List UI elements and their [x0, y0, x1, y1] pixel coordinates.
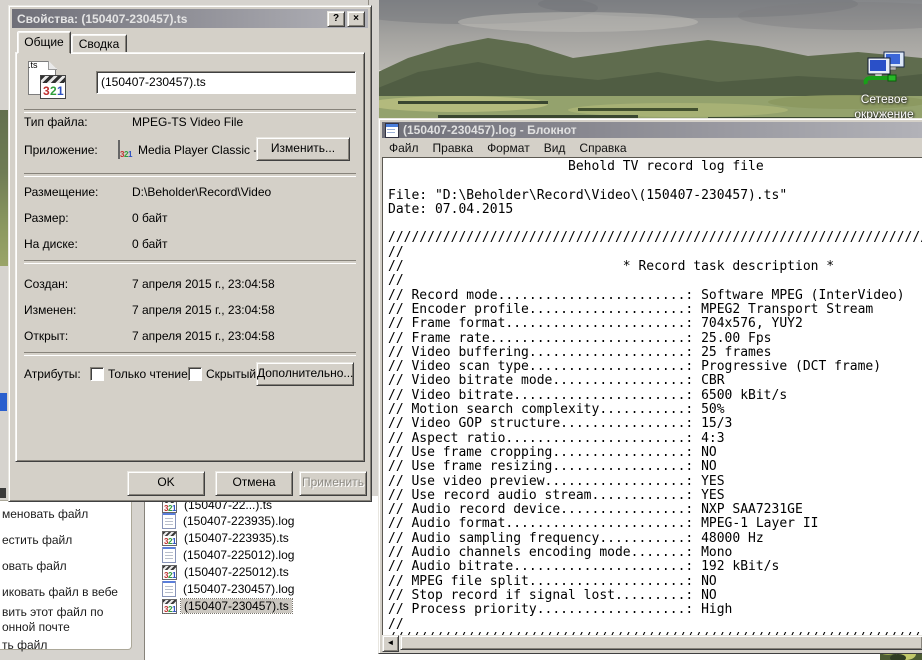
separator — [24, 109, 356, 113]
log-file-icon — [162, 581, 176, 597]
ts-file-icon: 321 — [162, 599, 177, 614]
menu-format[interactable]: Формат — [480, 141, 537, 155]
general-tab-panel: .ts 3 2 1 (150407-230457).ts Тип файла: … — [15, 52, 365, 462]
network-places-desktop-icon[interactable]: Сетевое окружение — [852, 50, 916, 128]
scrollbar-thumb[interactable] — [400, 635, 922, 650]
type-label: Тип файла: — [24, 115, 88, 129]
scroll-left-icon[interactable]: ◄ — [382, 635, 399, 652]
opened-value: 7 апреля 2015 г., 23:04:58 — [132, 329, 275, 343]
created-label: Создан: — [24, 277, 68, 291]
app-label: Приложение: — [24, 143, 98, 157]
ts-file-big-icon: .ts 3 2 1 — [26, 59, 70, 103]
help-button[interactable]: ? — [327, 11, 345, 27]
disk-value: 0 байт — [132, 237, 167, 251]
hidden-label: Скрытый — [206, 367, 256, 381]
separator — [24, 352, 356, 356]
task-link-email-line2[interactable]: онной почте — [2, 620, 70, 634]
opened-label: Открыт: — [24, 329, 68, 343]
menu-edit[interactable]: Правка — [426, 141, 481, 155]
ts-file-icon: 321 — [162, 531, 177, 546]
explorer-task-pane: меновать файл естить файл овать файл ико… — [0, 500, 132, 650]
notepad-text: Behold TV record log file File: "D:\Beho… — [383, 158, 922, 635]
location-value: D:\Beholder\Record\Video — [132, 185, 271, 199]
attributes-label: Атрибуты: — [24, 367, 81, 381]
modified-value: 7 апреля 2015 г., 23:04:58 — [132, 303, 275, 317]
file-row[interactable]: (150407-230457).log — [162, 581, 297, 597]
readonly-label: Только чтение — [108, 367, 188, 381]
log-file-icon — [162, 513, 176, 529]
disk-label: На диске: — [24, 237, 78, 251]
task-link-move[interactable]: естить файл — [2, 533, 72, 547]
ok-button[interactable]: OK — [127, 471, 205, 496]
menu-help[interactable]: Справка — [572, 141, 633, 155]
text-fragment — [0, 488, 6, 498]
notepad-app-icon — [385, 123, 399, 138]
notepad-titlebar[interactable]: (150407-230457).log - Блокнот — [382, 122, 922, 138]
wallpaper-left-fragment — [0, 110, 8, 266]
advanced-button[interactable]: Дополнительно... — [256, 362, 354, 386]
type-value: MPEG-TS Video File — [132, 115, 243, 129]
close-icon[interactable]: × — [347, 11, 365, 27]
notepad-text-area[interactable]: Behold TV record log file File: "D:\Beho… — [382, 157, 922, 635]
task-link-copy[interactable]: овать файл — [2, 559, 67, 573]
readonly-checkbox[interactable] — [90, 367, 104, 381]
file-row[interactable]: (150407-223935).log — [162, 513, 297, 529]
file-row[interactable]: 321 (150407-223935).ts — [162, 530, 292, 546]
selected-item-fragment — [0, 393, 7, 411]
desktop-root: { "desktop": { "network_icon_label_line1… — [0, 0, 922, 660]
file-row[interactable]: (150407-225012).log — [162, 547, 297, 563]
size-label: Размер: — [24, 211, 69, 225]
location-label: Размещение: — [24, 185, 98, 199]
cancel-button[interactable]: Отмена — [215, 471, 293, 496]
menu-file[interactable]: Файл — [382, 141, 426, 155]
desktop-wallpaper — [378, 0, 922, 126]
change-app-button[interactable]: Изменить... — [256, 137, 350, 161]
file-row-selected[interactable]: 321 (150407-230457).ts — [162, 598, 292, 614]
network-monitors-icon — [862, 50, 908, 90]
media-player-classic-icon: 321 — [118, 140, 120, 159]
task-link-delete[interactable]: ть файл — [2, 638, 47, 652]
properties-dialog: Свойства: (150407-230457).ts ? × Общие С… — [8, 5, 372, 502]
task-link-publish[interactable]: иковать файл в вебе — [2, 585, 118, 599]
notepad-menubar: Файл Правка Формат Вид Справка — [382, 139, 922, 157]
tab-summary[interactable]: Сводка — [71, 34, 127, 54]
app-value: Media Player Classic - — [138, 143, 257, 157]
horizontal-scrollbar[interactable]: ◄ — [382, 635, 922, 650]
properties-dialog-titlebar[interactable]: Свойства: (150407-230457).ts ? × — [12, 9, 368, 28]
file-row[interactable]: 321 (150407-225012).ts — [162, 564, 292, 580]
properties-dialog-title: Свойства: (150407-230457).ts — [17, 12, 327, 26]
created-value: 7 апреля 2015 г., 23:04:58 — [132, 277, 275, 291]
notepad-window: (150407-230457).log - Блокнот Файл Правк… — [378, 118, 922, 654]
log-file-icon — [162, 547, 176, 563]
apply-button[interactable]: Применить — [299, 471, 367, 496]
separator — [24, 260, 356, 264]
menu-view[interactable]: Вид — [537, 141, 573, 155]
hidden-checkbox[interactable] — [188, 367, 202, 381]
size-value: 0 байт — [132, 211, 167, 225]
modified-label: Изменен: — [24, 303, 76, 317]
notepad-title: (150407-230457).log - Блокнот — [403, 123, 577, 137]
task-link-rename[interactable]: меновать файл — [2, 507, 88, 521]
network-icon-label-line1: Сетевое — [844, 92, 922, 107]
task-link-email-line1[interactable]: вить этот файл по — [2, 605, 103, 619]
ts-file-icon: 321 — [162, 565, 177, 580]
tab-general[interactable]: Общие — [17, 31, 71, 54]
separator — [24, 173, 356, 177]
filename-input[interactable]: (150407-230457).ts — [96, 71, 356, 94]
